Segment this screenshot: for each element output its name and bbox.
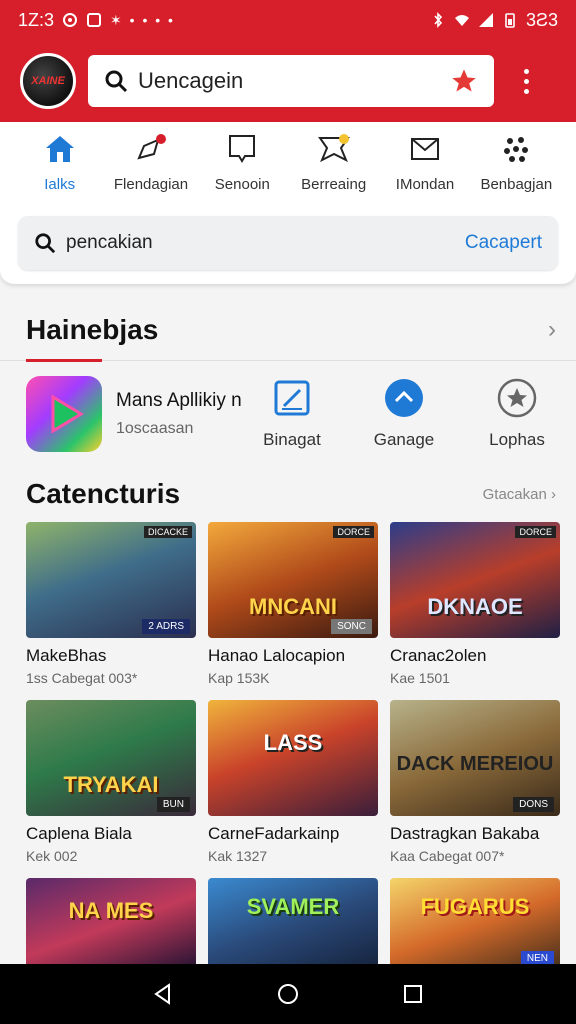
top-panel: Ialks Flendagian Senooin Berreaing IMond… xyxy=(0,122,576,284)
bluetooth-icon xyxy=(434,12,443,28)
mail-icon xyxy=(410,138,439,160)
star-circle-icon xyxy=(497,378,537,418)
search-action-link[interactable]: Cacapert xyxy=(465,232,542,254)
chevron-up-icon xyxy=(385,379,423,417)
tab-flendagian[interactable]: Flendagian xyxy=(105,132,196,212)
app-bar: XAINE Uencagein xyxy=(0,40,576,122)
search-icon xyxy=(105,70,128,93)
game-card[interactable]: SVAMER xyxy=(208,878,378,974)
back-icon[interactable] xyxy=(151,982,175,1006)
see-all-link[interactable]: Gtacakan › xyxy=(483,486,556,503)
featured-app: Mans Apllikiy n 1oscaasan Binagat Ganage… xyxy=(26,376,566,452)
notification-icon xyxy=(63,13,78,27)
section-header[interactable]: Hainebjas › xyxy=(26,310,556,350)
game-card[interactable]: DICACKE 2 ADRS MakeBhas 1ss Cabegat 003* xyxy=(26,522,196,686)
system-nav-bar xyxy=(0,964,576,1024)
chat-icon xyxy=(229,135,256,163)
search-input[interactable]: pencakian Cacapert xyxy=(18,216,558,270)
tab-senooin[interactable]: Senooin xyxy=(197,132,288,212)
game-card[interactable]: NA MES xyxy=(26,878,196,974)
game-thumbnail: DICACKE 2 ADRS xyxy=(26,522,196,638)
binagat-action[interactable]: Binagat xyxy=(242,378,342,450)
signal-icon xyxy=(478,13,493,27)
game-grid: DICACKE 2 ADRS MakeBhas 1ss Cabegat 003*… xyxy=(26,522,576,988)
lophas-action[interactable]: Lophas xyxy=(467,378,567,450)
game-card[interactable]: DORCE DKNAOE Cranac2olen Kae 1501 xyxy=(390,522,560,686)
recents-icon[interactable] xyxy=(401,982,425,1006)
game-thumbnail: DACK MEREIOU DONS xyxy=(390,700,560,816)
game-thumbnail: TRYAKAI BUN xyxy=(26,700,196,816)
game-card[interactable]: LASS CarneFadarkainp Kak 1327 xyxy=(208,700,378,864)
avatar[interactable]: XAINE xyxy=(20,53,76,109)
home-icon xyxy=(45,136,74,162)
search-input-value: pencakian xyxy=(66,232,153,253)
section-title: Hainebjas xyxy=(26,314,159,345)
wifi-icon xyxy=(454,15,469,26)
overflow-menu-icon[interactable] xyxy=(524,68,529,94)
chevron-right-icon[interactable]: › xyxy=(548,316,556,344)
game-thumbnail: LASS xyxy=(208,700,378,816)
game-card[interactable]: DORCE MNCANI SONC Hanao Lalocapion Kap 1… xyxy=(208,522,378,686)
game-thumbnail: NA MES xyxy=(26,878,196,974)
featured-app-icon[interactable] xyxy=(26,376,102,452)
megaphone-icon xyxy=(137,134,166,160)
favorite-star-icon[interactable] xyxy=(450,67,478,95)
game-card[interactable]: FUGARUS NEN xyxy=(390,878,560,974)
featured-app-name[interactable]: Mans Apllikiy n xyxy=(116,390,256,412)
apps-cluster-icon xyxy=(504,137,529,162)
game-thumbnail: DORCE DKNAOE xyxy=(390,522,560,638)
ganage-action[interactable]: Ganage xyxy=(354,378,454,450)
categories-header: Catencturis Gtacakan › xyxy=(26,478,556,510)
status-bar: 1Z:3 ✶ • • • • 3Ƨ3 xyxy=(0,0,576,40)
game-thumbnail: DORCE MNCANI SONC xyxy=(208,522,378,638)
tab-imondan[interactable]: IMondan xyxy=(379,132,470,212)
game-thumbnail: FUGARUS NEN xyxy=(390,878,560,974)
edit-document-icon xyxy=(274,380,310,416)
battery-icon xyxy=(505,13,515,28)
home-nav-icon[interactable] xyxy=(276,982,300,1006)
featured-app-subtitle: 1oscaasan xyxy=(116,420,194,437)
game-thumbnail: SVAMER xyxy=(208,878,378,974)
star-badge-icon xyxy=(317,134,350,163)
play-icon xyxy=(51,394,84,434)
section-underline xyxy=(26,359,102,362)
search-icon xyxy=(35,233,56,254)
top-search-bar[interactable]: Uencagein xyxy=(88,55,494,107)
message-icon xyxy=(87,13,102,27)
game-card[interactable]: DACK MEREIOU DONS Dastragkan Bakaba Kaa … xyxy=(390,700,560,864)
more-notifications-icon: ✶ • • • • xyxy=(110,11,175,28)
tab-benbagjan[interactable]: Benbagjan xyxy=(471,132,562,212)
tab-berreaing[interactable]: Berreaing xyxy=(288,132,379,212)
clock: 1Z:3 xyxy=(18,9,55,30)
tab-talks[interactable]: Ialks xyxy=(14,132,105,212)
search-query: Uencagein xyxy=(138,68,244,93)
game-card[interactable]: TRYAKAI BUN Caplena Biala Kek 002 xyxy=(26,700,196,864)
battery-level: 3Ƨ3 xyxy=(525,9,558,30)
categories-title: Catencturis xyxy=(26,478,181,509)
